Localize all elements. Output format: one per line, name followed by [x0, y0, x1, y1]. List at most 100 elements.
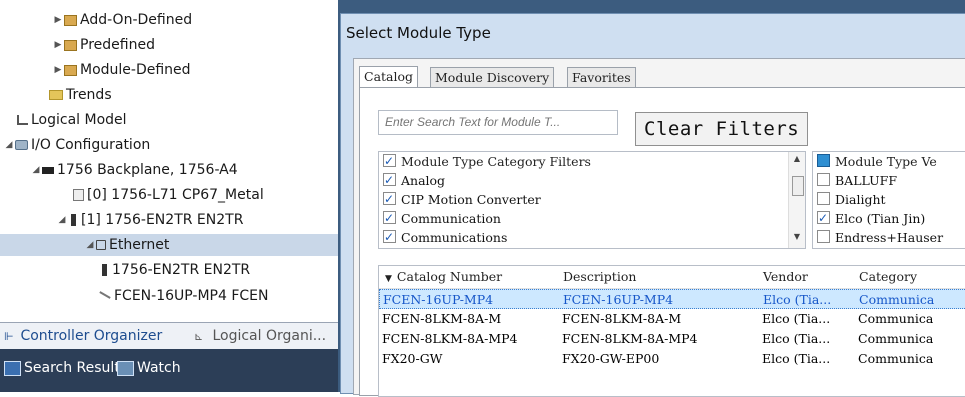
- tree-item-io-configuration[interactable]: ◢ I/O Configuration: [3, 134, 151, 156]
- module-icon: [71, 214, 76, 226]
- logical-model-icon: [17, 115, 28, 125]
- filter-item[interactable]: Elco (Tian Jin): [817, 208, 926, 229]
- tree-item-trends[interactable]: Trends: [49, 84, 112, 106]
- filter-label: Module Type Category Filters: [401, 154, 591, 169]
- scroll-up-icon[interactable]: ▲: [789, 154, 805, 163]
- search-input[interactable]: [378, 110, 618, 135]
- cell-catalog-number: FCEN-8LKM-8A-M: [382, 311, 502, 326]
- search-results-icon: [4, 360, 21, 376]
- tab-logical-organizer[interactable]: ⊾ Logical Organi...: [194, 326, 326, 346]
- table-row[interactable]: FCEN-8LKM-8A-MP4 FCEN-8LKM-8A-MP4 Elco (…: [379, 329, 965, 349]
- checkbox[interactable]: [817, 154, 830, 167]
- filter-item[interactable]: BALLUFF: [817, 171, 897, 191]
- column-header-catalog-number[interactable]: ▼ Catalog Number: [385, 267, 502, 287]
- cell-catalog-number: FCEN-16UP-MP4: [383, 292, 494, 307]
- tree-item-label: Trends: [66, 87, 112, 103]
- scroll-thumb[interactable]: [792, 176, 804, 196]
- tree-item-controller[interactable]: [0] 1756-L71 CP67_Metal: [73, 184, 264, 206]
- cell-category: Communica: [858, 351, 934, 366]
- tree-item-label: [1] 1756-EN2TR EN2TR: [81, 212, 244, 228]
- checkbox[interactable]: [817, 173, 830, 186]
- column-header-description[interactable]: Description: [563, 267, 636, 287]
- watch-label: Watch: [137, 360, 181, 376]
- filter-item[interactable]: Endress+Hauser: [817, 228, 943, 248]
- collapse-arrow-icon[interactable]: ◢: [56, 209, 68, 231]
- filter-item[interactable]: Dialight: [817, 190, 886, 210]
- filter-label: Module Type Ve: [835, 154, 937, 169]
- io-config-icon: [15, 140, 28, 150]
- select-module-type-dialog: Select Module Type Catalog Module Discov…: [340, 13, 965, 397]
- folder-icon: [64, 39, 77, 51]
- table-row[interactable]: FCEN-16UP-MP4 FCEN-16UP-MP4 Elco (Tia...…: [379, 289, 965, 309]
- cell-vendor: Elco (Tia...: [762, 351, 831, 366]
- cell-vendor: Elco (Tia...: [762, 331, 831, 346]
- cell-catalog-number: FX20-GW: [382, 351, 443, 366]
- column-header-category[interactable]: Category: [859, 267, 917, 287]
- tree-item-logical-model[interactable]: Logical Model: [17, 109, 127, 131]
- filter-item[interactable]: Communication: [383, 208, 501, 229]
- tab-module-discovery[interactable]: Module Discovery: [430, 67, 555, 88]
- filter-label: CIP Motion Converter: [401, 192, 541, 207]
- filter-item[interactable]: CIP Motion Converter: [383, 189, 541, 210]
- device-icon: [99, 291, 111, 299]
- collapse-arrow-icon[interactable]: ◢: [84, 234, 96, 256]
- tree-item-predefined[interactable]: ▶ Predefined: [52, 34, 155, 56]
- tree-item-backplane[interactable]: ◢ 1756 Backplane, 1756-A4: [30, 159, 238, 181]
- scroll-down-icon[interactable]: ▼: [789, 232, 805, 241]
- category-filter-list[interactable]: Module Type Category Filters Analog CIP …: [378, 151, 806, 249]
- tree-item-add-on-defined[interactable]: ▶ Add-On-Defined: [52, 9, 193, 31]
- cell-description: FX20-GW-EP00: [562, 351, 660, 366]
- module-icon: [102, 264, 107, 276]
- category-scrollbar[interactable]: ▲ ▼: [788, 152, 805, 248]
- checkbox[interactable]: [817, 208, 830, 228]
- controller-icon: [73, 189, 84, 201]
- controller-organizer-tree: ▶ Add-On-Defined ▶ Predefined ▶ Module-Defi…: [0, 0, 338, 322]
- filter-label: Communications: [401, 230, 508, 245]
- tree-item-label: Logical Model: [31, 112, 127, 128]
- table-row[interactable]: FCEN-8LKM-8A-M FCEN-8LKM-8A-M Elco (Tia.…: [379, 309, 965, 329]
- logical-organizer-icon: ⊾: [194, 330, 204, 343]
- checkbox[interactable]: [383, 208, 396, 228]
- tree-item-label: FCEN-16UP-MP4 FCEN: [114, 288, 269, 304]
- filter-item[interactable]: Communications: [383, 227, 508, 248]
- ethernet-icon: [96, 240, 106, 250]
- tree-item-en2tr-port[interactable]: 1756-EN2TR EN2TR: [99, 259, 250, 281]
- tree-item-en2tr[interactable]: ◢ [1] 1756-EN2TR EN2TR: [56, 209, 244, 231]
- tree-item-module-defined[interactable]: ▶ Module-Defined: [52, 59, 191, 81]
- collapse-arrow-icon[interactable]: ◢: [3, 134, 15, 156]
- column-header-vendor[interactable]: Vendor: [763, 267, 808, 287]
- catalog-tab-page: Clear Filters Module Type Category Filte…: [359, 87, 965, 397]
- controller-organizer-icon: ⊩: [4, 330, 14, 343]
- clear-filters-button[interactable]: Clear Filters: [635, 112, 809, 146]
- table-row[interactable]: FX20-GW FX20-GW-EP00 Elco (Tia... Commun…: [379, 349, 965, 369]
- filter-item[interactable]: Analog: [383, 170, 446, 191]
- filter-label: Elco (Tian Jin): [835, 211, 926, 226]
- watch-icon: [117, 360, 134, 376]
- category-filter-header[interactable]: Module Type Category Filters: [383, 152, 591, 172]
- checkbox[interactable]: [383, 189, 396, 209]
- checkbox[interactable]: [383, 170, 396, 190]
- expand-arrow-icon[interactable]: ▶: [52, 9, 64, 31]
- collapse-arrow-icon[interactable]: ◢: [30, 159, 42, 181]
- folder-icon: [64, 64, 77, 76]
- tab-label: Logical Organi...: [212, 328, 327, 344]
- tab-catalog[interactable]: Catalog: [359, 66, 419, 88]
- tab-controller-organizer[interactable]: ⊩ Controller Organizer: [4, 326, 162, 346]
- tree-item-fcen[interactable]: FCEN-16UP-MP4 FCEN: [99, 285, 268, 307]
- vendor-filter-list[interactable]: Module Type Ve BALLUFF Dialight Elco (Ti…: [812, 151, 965, 249]
- watch-button[interactable]: Watch: [117, 357, 181, 379]
- dialog-client-area: Catalog Module Discovery Favorites Clear…: [353, 58, 965, 397]
- search-results-button[interactable]: Search Results: [4, 357, 127, 379]
- filter-label: Analog: [401, 173, 446, 188]
- checkbox[interactable]: [383, 152, 396, 171]
- tab-favorites[interactable]: Favorites: [567, 67, 636, 88]
- checkbox[interactable]: [817, 192, 830, 205]
- cell-description: FCEN-8LKM-8A-M: [562, 311, 682, 326]
- checkbox[interactable]: [817, 230, 830, 243]
- tree-item-label: Predefined: [80, 37, 155, 53]
- vendor-filter-header[interactable]: Module Type Ve: [817, 152, 937, 172]
- expand-arrow-icon[interactable]: ▶: [52, 34, 64, 56]
- tree-item-ethernet[interactable]: ◢ Ethernet: [0, 234, 338, 256]
- expand-arrow-icon[interactable]: ▶: [52, 59, 64, 81]
- checkbox[interactable]: [383, 227, 396, 247]
